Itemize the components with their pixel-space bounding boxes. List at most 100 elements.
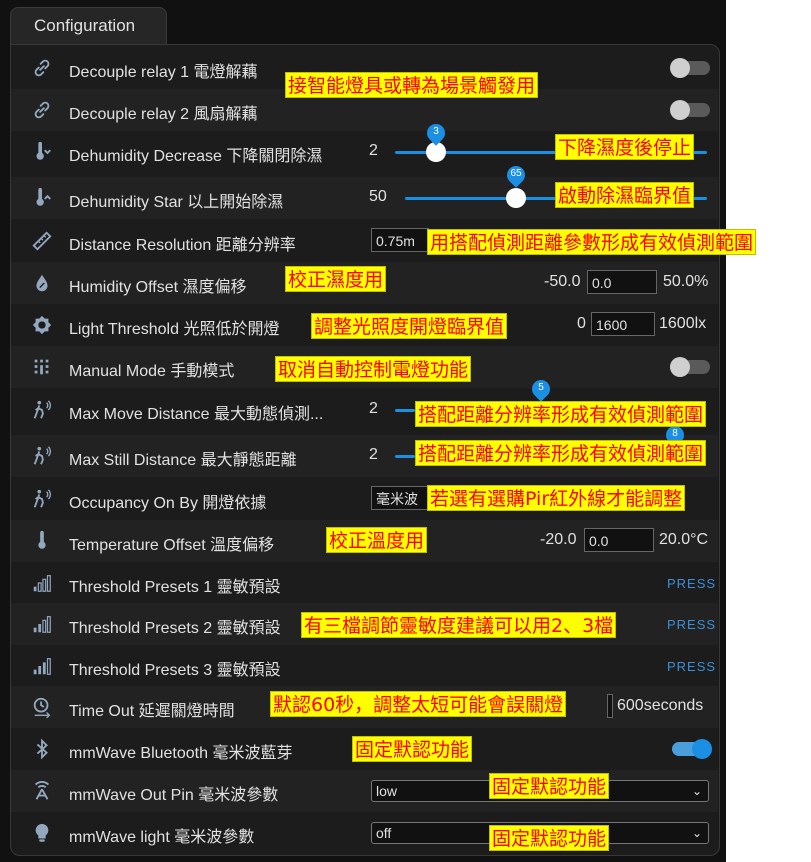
toggle-knob xyxy=(692,739,712,759)
row-mmwave-light: mmWave light 毫米波參數 off ⌄ xyxy=(11,812,718,854)
signal-bars-2-icon xyxy=(31,613,53,635)
motion-sensor-icon xyxy=(31,399,53,421)
time-out-max: 600seconds xyxy=(617,697,704,714)
link-icon xyxy=(31,57,53,79)
row-label: Temperature Offset 溫度偏移 xyxy=(69,537,275,554)
occupancy-on-by-select[interactable]: 毫米波 xyxy=(371,486,429,510)
annotation-bluetooth: 固定默認功能 xyxy=(352,736,473,762)
toggle-knob xyxy=(670,357,690,377)
annotation-distance-resolution: 用搭配偵測距離參數形成有效偵測範圍 xyxy=(427,229,757,255)
configuration-window: Configuration Decouple relay 1 電燈解藕 Deco… xyxy=(0,0,757,862)
threshold-presets-2-press-button[interactable]: PRESS xyxy=(667,617,716,632)
link-icon xyxy=(31,99,53,121)
annotation-humidity-offset: 校正濕度用 xyxy=(285,266,387,292)
annotation-max-still-distance: 搭配距離分辨率形成有效偵測範圍 xyxy=(415,440,707,466)
row-label: Max Still Distance 最大靜態距離 xyxy=(69,452,297,469)
slider-value-pin: 3 xyxy=(423,120,449,146)
dehumidity-start-slider-knob[interactable] xyxy=(506,188,526,208)
max-still-distance-value: 2 xyxy=(369,446,378,463)
row-mmwave-out-pin: mmWave Out Pin 毫米波參數 low ⌄ xyxy=(11,770,718,812)
row-label: Distance Resolution 距離分辨率 xyxy=(69,237,296,254)
row-threshold-presets-3: Threshold Presets 3 靈敏預設 PRESS xyxy=(11,645,718,687)
slider-pin-value: 5 xyxy=(538,382,544,393)
row-label: Decouple relay 1 電燈解藕 xyxy=(69,64,258,81)
decouple-relay-1-toggle[interactable] xyxy=(670,58,710,78)
chevron-down-icon: ⌄ xyxy=(691,826,702,840)
time-out-input[interactable] xyxy=(607,694,613,718)
row-label: mmWave Out Pin 毫米波參數 xyxy=(69,787,279,804)
signal-bars-1-icon xyxy=(31,572,53,594)
slider-pin-value: 65 xyxy=(510,168,522,179)
timer-icon xyxy=(31,696,53,718)
water-percent-icon xyxy=(31,272,53,294)
slider-value-pin: 65 xyxy=(503,162,529,188)
ruler-icon xyxy=(31,230,53,252)
toggle-knob xyxy=(670,100,690,120)
thermometer-icon xyxy=(31,530,53,552)
row-label: Dehumidity Decrease 下降關閉除濕 xyxy=(69,148,323,165)
annotation-max-move-distance: 搭配距離分辨率形成有效偵測範圍 xyxy=(415,401,707,427)
row-label: Threshold Presets 3 靈敏預設 xyxy=(69,662,281,679)
humidity-offset-min: -50.0 xyxy=(544,273,581,290)
annotation-dehumidity-decrease: 下降濕度後停止 xyxy=(555,134,695,160)
row-label: Manual Mode 手動模式 xyxy=(69,363,235,380)
annotation-light: 固定默認功能 xyxy=(489,825,610,851)
row-label: mmWave light 毫米波參數 xyxy=(69,829,255,846)
threshold-presets-1-press-button[interactable]: PRESS xyxy=(667,576,716,591)
row-label: Occupancy On By 開燈依據 xyxy=(69,495,267,512)
annotation-out-pin: 固定默認功能 xyxy=(489,773,610,799)
max-move-distance-slider[interactable] xyxy=(395,409,415,412)
tab-configuration[interactable]: Configuration xyxy=(10,7,167,46)
annotation-decouple: 接智能燈具或轉為場景觸發用 xyxy=(285,72,539,98)
tab-label: Configuration xyxy=(34,16,136,35)
row-label: Humidity Offset 濕度偏移 xyxy=(69,279,247,296)
motion-sensor-icon xyxy=(31,488,53,510)
distance-resolution-select[interactable]: 0.75m xyxy=(371,228,429,252)
signal-bars-3-icon xyxy=(31,655,53,677)
chevron-down-icon: ⌄ xyxy=(691,784,702,798)
brightness-icon xyxy=(31,314,53,336)
dehumidity-decrease-value: 2 xyxy=(369,142,378,159)
row-label: Light Threshold 光照低於開燈 xyxy=(69,321,280,338)
row-label: Dehumidity Star 以上開始除濕 xyxy=(69,194,284,211)
slider-value-pin: 5 xyxy=(528,376,554,402)
row-label: Threshold Presets 1 靈敏預設 xyxy=(69,579,281,596)
light-threshold-min: 0 xyxy=(577,315,586,332)
select-value: low xyxy=(376,783,398,799)
lightbulb-icon xyxy=(31,822,53,844)
motion-sensor-icon xyxy=(31,445,53,467)
annotation-threshold-presets: 有三檔調節靈敏度建議可以用2、3檔 xyxy=(301,612,617,638)
temperature-offset-min: -20.0 xyxy=(540,531,577,548)
humidity-offset-max: 50.0% xyxy=(663,273,709,290)
row-label: Time Out 延遲關燈時間 xyxy=(69,703,235,720)
humidity-offset-input[interactable]: 0.0 xyxy=(587,270,657,294)
thermometer-down-icon xyxy=(31,141,53,163)
row-label: Decouple relay 2 風扇解藕 xyxy=(69,106,258,123)
annotation-dehumidity-start: 啟動除濕臨界值 xyxy=(555,182,695,208)
annotation-light-threshold: 調整光照度開燈臨界值 xyxy=(311,313,508,339)
temperature-offset-input[interactable]: 0.0 xyxy=(584,528,654,552)
max-still-distance-slider[interactable] xyxy=(395,455,415,458)
thermometer-up-icon xyxy=(31,187,53,209)
light-threshold-input[interactable]: 1600 xyxy=(591,312,655,336)
annotation-occupancy: 若選有選購Pir紅外線才能調整 xyxy=(427,485,686,511)
threshold-presets-3-press-button[interactable]: PRESS xyxy=(667,659,716,674)
manual-mode-toggle[interactable] xyxy=(670,357,710,377)
row-label: Threshold Presets 2 靈敏預設 xyxy=(69,620,281,637)
annotation-temperature-offset: 校正溫度用 xyxy=(326,527,428,553)
radar-icon xyxy=(31,780,53,802)
annotation-manual-mode: 取消自動控制電燈功能 xyxy=(275,356,472,382)
dots-grid-icon xyxy=(31,356,53,378)
dehumidity-start-value: 50 xyxy=(369,188,387,205)
mmwave-bluetooth-toggle[interactable] xyxy=(672,739,712,759)
select-value: off xyxy=(376,825,392,841)
max-move-distance-value: 2 xyxy=(369,400,378,417)
row-label: mmWave Bluetooth 毫米波藍芽 xyxy=(69,745,293,762)
temperature-offset-max: 20.0°C xyxy=(659,531,709,548)
decouple-relay-2-toggle[interactable] xyxy=(670,100,710,120)
slider-pin-value: 8 xyxy=(672,428,678,439)
annotation-time-out: 默認60秒，調整太短可能會誤關燈 xyxy=(270,691,567,717)
slider-pin-value: 3 xyxy=(433,126,439,137)
bluetooth-icon xyxy=(31,738,53,760)
light-threshold-max: 1600lx xyxy=(659,315,707,332)
